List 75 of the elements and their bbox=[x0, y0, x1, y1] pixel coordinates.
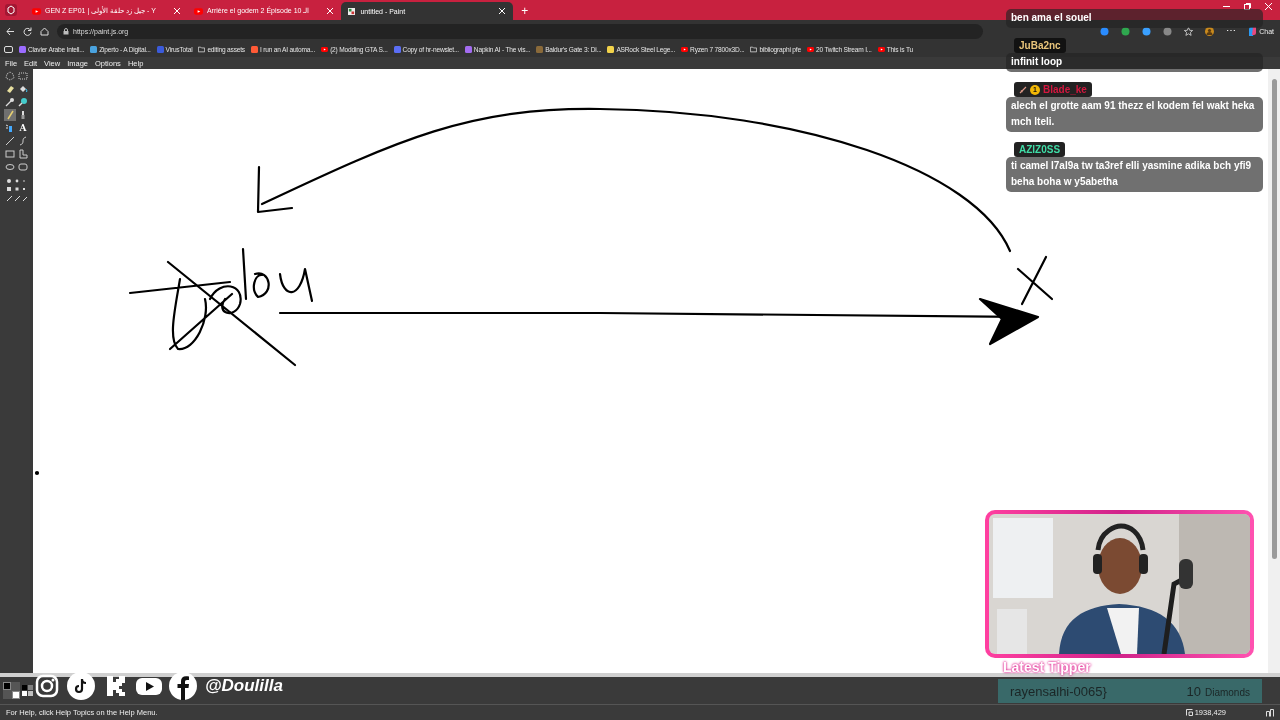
tool-button[interactable] bbox=[4, 70, 16, 82]
cursor-position-icon bbox=[1185, 709, 1193, 716]
workspaces-icon[interactable] bbox=[4, 3, 18, 17]
ellipse-icon bbox=[5, 162, 15, 172]
chat-message: alech el grotte aam 91 thezz el kodem fel wakt heka mch lteli. bbox=[1006, 97, 1263, 132]
camera-icon[interactable] bbox=[33, 672, 61, 700]
chat-icon bbox=[1248, 26, 1258, 36]
tip-amount: 10 bbox=[1186, 683, 1201, 699]
play-icon bbox=[193, 7, 203, 15]
more-button[interactable]: ⋯ bbox=[1226, 26, 1237, 36]
sword-icon bbox=[1019, 85, 1027, 94]
f-icon[interactable] bbox=[169, 672, 197, 700]
extension-icon[interactable] bbox=[1100, 26, 1110, 36]
eraser-icon bbox=[5, 84, 15, 94]
play-icon bbox=[877, 46, 885, 53]
tool-button[interactable] bbox=[4, 161, 16, 173]
close-icon[interactable] bbox=[173, 8, 180, 14]
username: AZIZ0SS bbox=[1019, 144, 1061, 155]
tool-button[interactable] bbox=[17, 96, 29, 108]
secondary-color[interactable] bbox=[12, 691, 20, 699]
lock-icon bbox=[63, 27, 69, 35]
play-icon bbox=[321, 46, 329, 53]
tool-button[interactable] bbox=[4, 148, 16, 160]
tool-button[interactable]: A bbox=[17, 122, 29, 134]
polygon-icon bbox=[18, 149, 28, 159]
pencil-icon bbox=[5, 110, 15, 120]
dropper-icon bbox=[5, 97, 15, 107]
rounded-rect-icon bbox=[18, 162, 28, 172]
username: Blade_ke bbox=[1043, 84, 1087, 95]
lasso-icon bbox=[5, 71, 15, 81]
play-icon bbox=[806, 46, 814, 53]
line-icon bbox=[5, 136, 15, 146]
paint-icon bbox=[347, 7, 357, 15]
chat-message: ben ama el souel bbox=[1006, 9, 1263, 28]
curve-icon bbox=[18, 136, 28, 146]
username: JuBa2nc bbox=[1019, 40, 1061, 51]
back-icon[interactable] bbox=[6, 26, 15, 36]
star-icon[interactable] bbox=[1184, 26, 1194, 36]
close-icon[interactable] bbox=[499, 8, 506, 14]
scrollbar-thumb[interactable] bbox=[1271, 79, 1277, 559]
close-icon[interactable] bbox=[1265, 2, 1272, 10]
folder-icon bbox=[750, 46, 758, 53]
tipper-title: Latest Tipper bbox=[1003, 659, 1091, 676]
restore-icon[interactable] bbox=[1244, 2, 1251, 10]
magnifier-icon bbox=[18, 97, 28, 107]
spray-icon bbox=[5, 123, 15, 133]
home-icon[interactable] bbox=[40, 26, 49, 36]
folder-icon bbox=[198, 46, 206, 53]
size-icon bbox=[1266, 708, 1274, 717]
reload-icon[interactable] bbox=[23, 26, 32, 36]
play-icon bbox=[681, 46, 689, 53]
tipper-name: rayensalhi-0065} bbox=[1010, 683, 1107, 699]
social-handle: @Doulilla bbox=[205, 676, 283, 696]
tool-button[interactable] bbox=[4, 96, 16, 108]
primary-color[interactable] bbox=[3, 682, 11, 690]
bucket-icon bbox=[18, 84, 28, 94]
chat-message: infinit loop bbox=[1006, 53, 1263, 72]
rectangle-icon bbox=[5, 149, 15, 159]
color-swatch[interactable] bbox=[28, 691, 33, 696]
color-swatch[interactable] bbox=[28, 685, 33, 690]
tip-unit: Diamonds bbox=[1204, 686, 1250, 698]
music-note-icon[interactable] bbox=[67, 672, 95, 700]
chat-message: ti camel l7al9a tw ta3ref elli yasmine adika bch yfi9 beha boha w y5abetha bbox=[1006, 157, 1263, 192]
avatar-icon[interactable] bbox=[1205, 26, 1215, 36]
extension-icon[interactable] bbox=[1142, 26, 1152, 36]
tool-button[interactable] bbox=[17, 161, 29, 173]
close-icon[interactable] bbox=[327, 8, 334, 14]
color-swatch[interactable] bbox=[22, 691, 27, 696]
color-swatch[interactable] bbox=[22, 685, 27, 690]
dashed-rect-icon bbox=[18, 71, 28, 81]
new-tab-button[interactable]: + bbox=[515, 4, 535, 20]
sidebar-icon[interactable] bbox=[4, 46, 13, 53]
extension-icon[interactable] bbox=[1121, 26, 1131, 36]
play-icon bbox=[32, 7, 41, 15]
extension-icon[interactable] bbox=[1163, 26, 1173, 36]
